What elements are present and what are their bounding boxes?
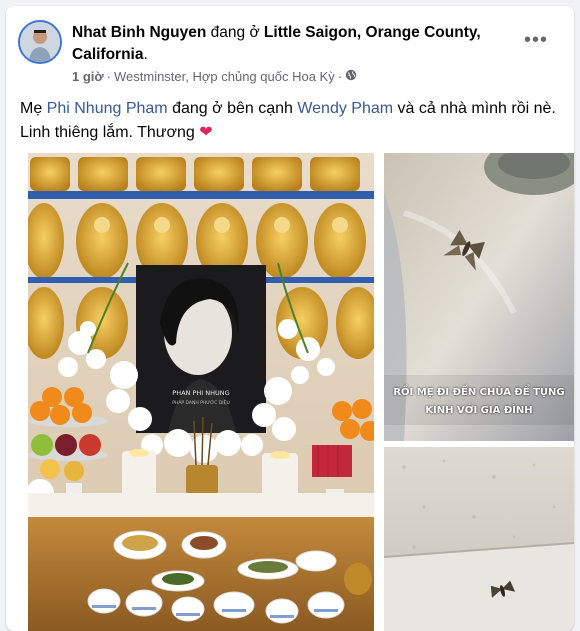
globe-icon[interactable] (345, 69, 357, 84)
message-text-2: đang ở bên cạnh (167, 100, 298, 117)
photo-moth-floor[interactable]: RỒI MẸ ĐI ĐẾN CHÙA ĐỂ TỤNG KINH VỚI GIA … (384, 153, 574, 441)
heart-emoji: ❤ (199, 124, 213, 141)
message-text-1: Mẹ (20, 100, 47, 117)
more-options-button[interactable]: ••• (522, 28, 550, 56)
more-options-icon: ••• (523, 29, 548, 51)
checkin-verb: đang ở (210, 24, 260, 41)
photo-moth-ceiling[interactable] (384, 447, 574, 631)
post-place: Westminster, Hợp chủng quốc Hoa Kỳ (113, 69, 335, 84)
meta-separator: · (106, 69, 111, 84)
location-suffix: . (143, 46, 148, 63)
tagged-user-2[interactable]: Wendy Pham (297, 100, 393, 117)
post-message: Mẹ Phi Nhung Pham đang ở bên cạnh Wendy … (20, 97, 560, 145)
post-header: Nhat Binh Nguyen đang ở Little Saigon, O… (72, 22, 512, 66)
portrait-name: PHAN PHI NHUNG (172, 389, 229, 397)
photo-altar[interactable]: PHAN PHI NHUNG PHÁP DANH PHƯỚC DIỆU (28, 153, 374, 631)
post-card: Nhat Binh Nguyen đang ở Little Saigon, O… (6, 6, 574, 631)
post-meta: 1 giờ · Westminster, Hợp chủng quốc Hoa … (72, 69, 357, 84)
photo-caption-line-1: RỒI MẸ ĐI ĐẾN CHÙA ĐỂ TỤNG (393, 387, 565, 398)
avatar[interactable] (18, 20, 62, 64)
photo-caption-line-2: KINH VỚI GIA ĐÌNH (425, 405, 533, 416)
post-time[interactable]: 1 giờ (72, 69, 104, 84)
tagged-user-1[interactable]: Phi Nhung Pham (47, 100, 168, 117)
author-name[interactable]: Nhat Binh Nguyen (72, 24, 206, 41)
meta-separator-2: · (337, 69, 343, 84)
